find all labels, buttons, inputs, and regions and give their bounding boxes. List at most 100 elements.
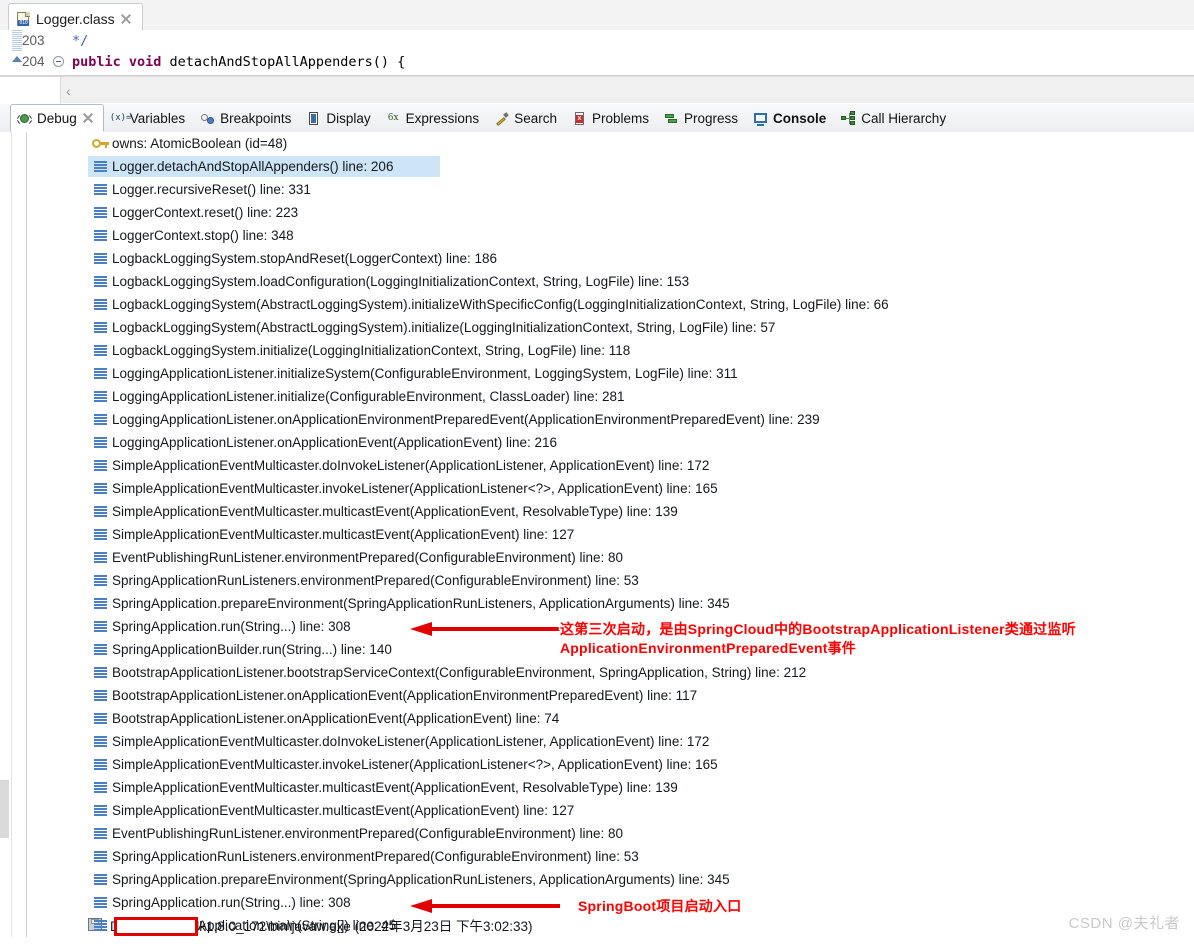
annotation-text-2: SpringBoot项目启动入口 bbox=[578, 897, 741, 916]
stack-frame-row[interactable]: LogbackLoggingSystem(AbstractLoggingSyst… bbox=[26, 316, 1194, 339]
stack-frame-row[interactable]: LogbackLoggingSystem(AbstractLoggingSyst… bbox=[26, 293, 1194, 316]
stack-frame-label: LoggingApplicationListener.onApplication… bbox=[112, 409, 820, 430]
stack-frame-row[interactable]: Logger.detachAndStopAllAppenders() line:… bbox=[26, 155, 1194, 178]
stack-frame-row[interactable]: SimpleApplicationEventMulticaster.multic… bbox=[26, 500, 1194, 523]
tab-call-hierarchy[interactable]: Call Hierarchy bbox=[835, 104, 955, 132]
stack-frame-row[interactable]: BootstrapApplicationListener.onApplicati… bbox=[26, 707, 1194, 730]
stack-frame-label: Application.main(String[]) line: 45 bbox=[198, 915, 396, 936]
gutter-change-marker bbox=[12, 30, 22, 51]
stack-frame-row[interactable]: LoggingApplicationListener.initializeSys… bbox=[26, 362, 1194, 385]
code-keyword: public void bbox=[72, 54, 161, 70]
close-icon[interactable] bbox=[82, 112, 94, 124]
stack-frame-row[interactable]: LoggingApplicationListener.initialize(Co… bbox=[26, 385, 1194, 408]
stack-frame-label: LogbackLoggingSystem.stopAndReset(Logger… bbox=[112, 248, 497, 269]
stack-frame-row[interactable]: LoggingApplicationListener.onApplication… bbox=[26, 431, 1194, 454]
console-icon bbox=[753, 111, 768, 126]
stack-frame-label: SpringApplication.prepareEnvironment(Spr… bbox=[112, 869, 730, 890]
stack-frame-row[interactable]: SpringApplication.prepareEnvironment(Spr… bbox=[26, 868, 1194, 891]
tab-problems[interactable]: x Problems bbox=[566, 104, 658, 132]
stack-frame-icon bbox=[94, 759, 107, 770]
gutter-arrow-icon bbox=[12, 56, 22, 62]
tab-console[interactable]: Console bbox=[747, 104, 835, 132]
stack-frame-row[interactable]: owns: AtomicBoolean (id=48) bbox=[26, 132, 1194, 155]
stack-frame-row[interactable]: SimpleApplicationEventMulticaster.multic… bbox=[26, 799, 1194, 822]
stack-frame-label: EventPublishingRunListener.environmentPr… bbox=[112, 823, 623, 844]
stack-frame-row[interactable]: SimpleApplicationEventMulticaster.invoke… bbox=[26, 477, 1194, 500]
stack-frame-label: SpringApplicationRunListeners.environmen… bbox=[112, 846, 639, 867]
class-icon-bits: 010 bbox=[18, 20, 29, 26]
stack-frame-label: BootstrapApplicationListener.onApplicati… bbox=[112, 708, 559, 729]
display-icon bbox=[306, 111, 321, 126]
line-number: 203 bbox=[22, 33, 52, 48]
stack-frame-row[interactable]: LogbackLoggingSystem.loadConfiguration(L… bbox=[26, 270, 1194, 293]
rail-scroll-thumb[interactable] bbox=[0, 780, 9, 838]
stack-frame-label: SpringApplication.prepareEnvironment(Spr… bbox=[112, 593, 730, 614]
stack-frame-row[interactable]: BootstrapApplicationListener.onApplicati… bbox=[26, 684, 1194, 707]
stack-frame-row[interactable]: SpringApplication.prepareEnvironment(Spr… bbox=[26, 592, 1194, 615]
stack-frame-icon bbox=[94, 690, 107, 701]
stack-frame-row[interactable]: SpringApplicationRunListeners.environmen… bbox=[26, 569, 1194, 592]
tab-label: Call Hierarchy bbox=[861, 111, 946, 126]
debug-left-rail bbox=[0, 132, 27, 937]
stack-frame-icon bbox=[94, 483, 107, 494]
code-text-comment: */ bbox=[72, 33, 88, 49]
stack-frame-row[interactable]: Logger.recursiveReset() line: 331 bbox=[26, 178, 1194, 201]
stack-frame-icon bbox=[94, 184, 107, 195]
stack-frame-label: SimpleApplicationEventMulticaster.multic… bbox=[112, 800, 574, 821]
stack-frame-row[interactable]: SimpleApplicationEventMulticaster.invoke… bbox=[26, 753, 1194, 776]
tab-variables[interactable]: (x)= Variables bbox=[104, 104, 194, 132]
stack-frame-icon bbox=[94, 598, 107, 609]
stack-frame-label: SimpleApplicationEventMulticaster.multic… bbox=[112, 501, 678, 522]
stack-frame-label: Logger.detachAndStopAllAppenders() line:… bbox=[112, 156, 393, 177]
stack-frame-row[interactable]: LoggingApplicationListener.onApplication… bbox=[26, 408, 1194, 431]
code-editor-area: 010 Logger.class 203 */ 204 public void … bbox=[0, 0, 1194, 103]
stack-frame-row[interactable]: LogbackLoggingSystem.stopAndReset(Logger… bbox=[26, 247, 1194, 270]
tab-breakpoints[interactable]: Breakpoints bbox=[194, 104, 300, 132]
stack-frame-row[interactable]: LoggerContext.reset() line: 223 bbox=[26, 201, 1194, 224]
stack-frame-icon bbox=[94, 529, 107, 540]
stack-frame-icon bbox=[94, 253, 107, 264]
stack-frame-icon bbox=[94, 276, 107, 287]
chevron-left-icon[interactable]: ‹ bbox=[66, 83, 71, 99]
code-body[interactable]: 203 */ 204 public void detachAndStopAllA… bbox=[0, 30, 1194, 76]
stack-frame-row[interactable]: Application.main(String[]) line: 45 bbox=[26, 914, 1194, 937]
stack-frame-row[interactable]: SimpleApplicationEventMulticaster.doInvo… bbox=[26, 454, 1194, 477]
progress-icon bbox=[664, 111, 679, 126]
annotation-2-line-1: SpringBoot项目启动入口 bbox=[578, 897, 741, 916]
stack-frame-row[interactable]: SimpleApplicationEventMulticaster.doInvo… bbox=[26, 730, 1194, 753]
stack-frame-label: SimpleApplicationEventMulticaster.doInvo… bbox=[112, 455, 709, 476]
tab-label: Expressions bbox=[406, 111, 480, 126]
close-icon[interactable] bbox=[120, 13, 132, 25]
tab-label: Display bbox=[326, 111, 370, 126]
debug-stack-panel[interactable]: owns: AtomicBoolean (id=48)Logger.detach… bbox=[0, 132, 1194, 937]
search-icon bbox=[494, 111, 509, 126]
variables-icon: (x)= bbox=[110, 111, 125, 126]
tab-display[interactable]: Display bbox=[300, 104, 379, 132]
tab-search[interactable]: Search bbox=[488, 104, 566, 132]
stack-frame-row[interactable]: SpringApplicationRunListeners.environmen… bbox=[26, 845, 1194, 868]
editor-tab-strip: 010 Logger.class bbox=[0, 0, 1194, 31]
stack-frame-label: LoggerContext.reset() line: 223 bbox=[112, 202, 298, 223]
stack-frame-icon bbox=[94, 713, 107, 724]
tab-progress[interactable]: Progress bbox=[658, 104, 747, 132]
stack-frame-row[interactable]: LoggerContext.stop() line: 348 bbox=[26, 224, 1194, 247]
tab-expressions[interactable]: 6x Expressions bbox=[380, 104, 489, 132]
stack-frame-row[interactable]: EventPublishingRunListener.environmentPr… bbox=[26, 546, 1194, 569]
tab-debug[interactable]: Debug bbox=[10, 104, 104, 132]
stack-frame-row[interactable]: LogbackLoggingSystem.initialize(LoggingI… bbox=[26, 339, 1194, 362]
fold-collapse-icon[interactable] bbox=[53, 56, 64, 67]
code-plain: detachAndStopAllAppenders() { bbox=[161, 54, 405, 70]
stack-frame-row[interactable]: BootstrapApplicationListener.bootstrapSe… bbox=[26, 661, 1194, 684]
tab-label: Console bbox=[773, 111, 826, 126]
stack-frame-list[interactable]: owns: AtomicBoolean (id=48)Logger.detach… bbox=[26, 132, 1194, 937]
stack-frame-label: Logger.recursiveReset() line: 331 bbox=[112, 179, 311, 200]
stack-frame-row[interactable]: EventPublishingRunListener.environmentPr… bbox=[26, 822, 1194, 845]
editor-tab-logger-class[interactable]: 010 Logger.class bbox=[8, 3, 143, 30]
editor-horizontal-scrollbar[interactable]: ‹ bbox=[0, 76, 1194, 103]
stack-frame-row[interactable]: SimpleApplicationEventMulticaster.multic… bbox=[26, 523, 1194, 546]
breakpoints-icon bbox=[200, 111, 215, 126]
tab-label: Debug bbox=[37, 111, 77, 126]
line-number: 204 bbox=[22, 54, 52, 69]
stack-frame-row[interactable]: SimpleApplicationEventMulticaster.multic… bbox=[26, 776, 1194, 799]
stack-frame-label: SpringApplication.run(String...) line: 3… bbox=[112, 616, 351, 637]
